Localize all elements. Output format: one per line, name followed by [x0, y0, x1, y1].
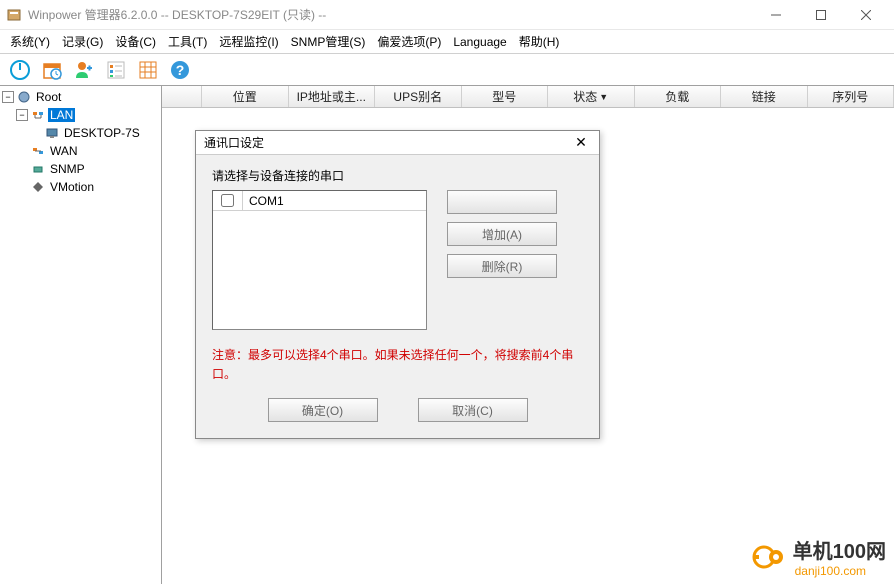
snmp-icon — [30, 161, 46, 177]
window-controls — [753, 1, 888, 29]
collapse-icon[interactable]: − — [16, 109, 28, 121]
dialog-side-buttons: 增加(A) 删除(R) — [447, 190, 557, 330]
menu-system[interactable]: 系统(Y) — [4, 30, 56, 53]
watermark-url: danji100.com — [795, 564, 886, 578]
toolbar-power-button[interactable] — [6, 56, 34, 84]
add-button[interactable]: 增加(A) — [447, 222, 557, 246]
port-item[interactable]: COM1 — [213, 191, 426, 211]
th-blank[interactable] — [162, 86, 202, 107]
menu-snmp[interactable]: SNMP管理(S) — [285, 30, 372, 53]
window-titlebar: Winpower 管理器6.2.0.0 -- DESKTOP-7S29EIT (… — [0, 0, 894, 30]
th-status[interactable]: 状态▼ — [548, 86, 635, 107]
toolbar-grid-button[interactable] — [134, 56, 162, 84]
svg-text:?: ? — [176, 62, 185, 78]
th-serial[interactable]: 序列号 — [808, 86, 894, 107]
menu-log[interactable]: 记录(G) — [56, 30, 109, 53]
lan-icon — [30, 107, 46, 123]
table-header: 位置 IP地址或主... UPS别名 型号 状态▼ 负载 链接 序列号 — [162, 86, 894, 108]
sort-icon: ▼ — [599, 92, 608, 102]
port-checkbox-cell — [213, 191, 243, 210]
dialog-instruction: 请选择与设备连接的串口 — [212, 167, 583, 184]
menu-preferences[interactable]: 偏爱选项(P) — [371, 30, 447, 53]
menu-help[interactable]: 帮助(H) — [513, 30, 566, 53]
dialog-titlebar: 通讯口设定 ✕ — [196, 131, 599, 155]
blank-button[interactable] — [447, 190, 557, 214]
tree-panel: − Root − LAN DESKTOP-7S WAN SNMP VMoti — [0, 86, 162, 584]
close-button[interactable] — [843, 1, 888, 29]
dialog-close-button[interactable]: ✕ — [571, 133, 591, 153]
th-link[interactable]: 链接 — [721, 86, 808, 107]
vmotion-icon — [30, 179, 46, 195]
toolbar: ? — [0, 54, 894, 86]
tree-wan[interactable]: WAN — [2, 142, 159, 160]
wan-icon — [30, 143, 46, 159]
menubar: 系统(Y) 记录(G) 设备(C) 工具(T) 远程监控(I) SNMP管理(S… — [0, 30, 894, 54]
toolbar-schedule-button[interactable] — [38, 56, 66, 84]
remove-button[interactable]: 删除(R) — [447, 254, 557, 278]
tree-label: DESKTOP-7S — [62, 126, 142, 140]
toolbar-help-button[interactable]: ? — [166, 56, 194, 84]
tree-label: WAN — [48, 144, 80, 158]
tree-vmotion[interactable]: VMotion — [2, 178, 159, 196]
port-checkbox[interactable] — [221, 194, 234, 207]
toolbar-user-button[interactable] — [70, 56, 98, 84]
ok-button[interactable]: 确定(O) — [268, 398, 378, 422]
th-load[interactable]: 负载 — [635, 86, 722, 107]
watermark-logo-icon — [751, 539, 787, 575]
toolbar-list-button[interactable] — [102, 56, 130, 84]
menu-tools[interactable]: 工具(T) — [162, 30, 213, 53]
dialog-title: 通讯口设定 — [204, 134, 571, 151]
menu-device[interactable]: 设备(C) — [109, 30, 162, 53]
th-alias[interactable]: UPS别名 — [375, 86, 462, 107]
dialog-bottom-buttons: 确定(O) 取消(C) — [212, 398, 583, 422]
th-location[interactable]: 位置 — [202, 86, 289, 107]
watermark: 单机100网 danji100.com — [751, 535, 886, 578]
tree-snmp[interactable]: SNMP — [2, 160, 159, 178]
dialog-body: 请选择与设备连接的串口 COM1 增加(A) 删除(R) 注意：最多可以选择4个… — [196, 155, 599, 438]
minimize-button[interactable] — [753, 1, 798, 29]
dialog-notice: 注意：最多可以选择4个串口。如果未选择任何一个，将搜索前4个串口。 — [212, 346, 583, 384]
computer-icon — [44, 125, 60, 141]
tree-desktop[interactable]: DESKTOP-7S — [2, 124, 159, 142]
tree-label: SNMP — [48, 162, 87, 176]
watermark-text: 单机100网 — [793, 535, 886, 564]
tree-label: LAN — [48, 108, 75, 122]
th-status-label: 状态 — [573, 88, 597, 105]
collapse-icon[interactable]: − — [2, 91, 14, 103]
th-model[interactable]: 型号 — [462, 86, 549, 107]
root-icon — [16, 89, 32, 105]
menu-language[interactable]: Language — [447, 32, 512, 52]
tree-label: Root — [34, 90, 63, 104]
cancel-button[interactable]: 取消(C) — [418, 398, 528, 422]
port-list: COM1 — [212, 190, 427, 330]
tree-root[interactable]: − Root — [2, 88, 159, 106]
th-ip[interactable]: IP地址或主... — [289, 86, 376, 107]
port-name: COM1 — [243, 194, 426, 208]
tree-label: VMotion — [48, 180, 96, 194]
menu-remote[interactable]: 远程监控(I) — [213, 30, 284, 53]
maximize-button[interactable] — [798, 1, 843, 29]
app-icon — [6, 7, 22, 23]
window-title: Winpower 管理器6.2.0.0 -- DESKTOP-7S29EIT (… — [28, 6, 753, 23]
com-port-dialog: 通讯口设定 ✕ 请选择与设备连接的串口 COM1 增加(A) 删除(R) 注意：… — [195, 130, 600, 439]
tree-lan[interactable]: − LAN — [2, 106, 159, 124]
